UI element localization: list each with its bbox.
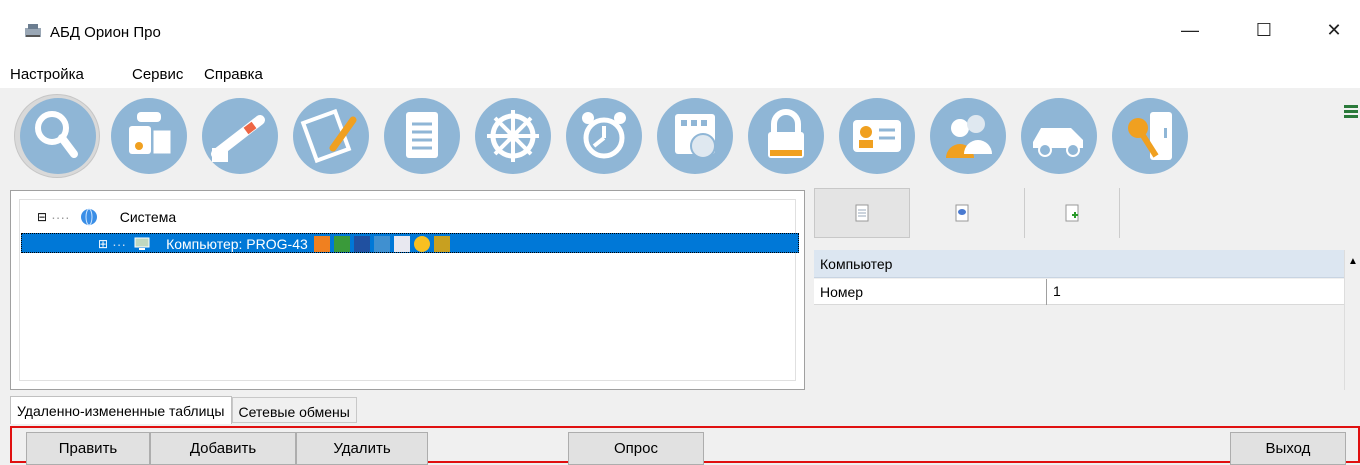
bottom-tabs: Удаленно-измененные таблицы Сетевые обме…	[10, 396, 357, 424]
menu-settings[interactable]: Настройка	[10, 66, 84, 83]
property-value[interactable]: 1	[1046, 279, 1344, 305]
menu-help[interactable]: Справка	[204, 66, 263, 83]
tree-label-system: Система	[119, 209, 177, 225]
window-title: АБД Орион Про	[50, 24, 161, 41]
app-window: АБД Орион Про — ☐ ✕ Настройка Сервис Спр…	[0, 0, 1360, 465]
tree-node-computer[interactable]: ⊞ ··· Компьютер: PROG-43	[21, 233, 799, 253]
tab-network-exchanges[interactable]: Сетевые обмены	[231, 397, 357, 423]
title-bar: АБД Орион Про — ☐ ✕	[0, 0, 1360, 58]
alarm-clock-icon[interactable]	[566, 98, 642, 174]
blue-status-icon	[373, 236, 390, 252]
page-comment-icon	[955, 204, 969, 222]
scroll-up-icon[interactable]: ▲	[1348, 256, 1358, 267]
object-tree[interactable]: ⊟ ···· Система ⊞ ··· Компьютер: PROG-43	[10, 190, 805, 390]
menu-service[interactable]: Сервис	[132, 66, 183, 83]
tab-remote-changed-tables[interactable]: Удаленно-измененные таблицы	[10, 396, 232, 424]
green-status-icon	[333, 236, 350, 252]
document-icon[interactable]	[384, 98, 460, 174]
property-row-number[interactable]: Номер 1	[814, 279, 1344, 305]
search-icon[interactable]	[20, 98, 96, 174]
maximize-button[interactable]: ☐	[1244, 16, 1284, 44]
device-icon[interactable]	[111, 98, 187, 174]
expand-icon[interactable]: ⊞	[98, 237, 108, 251]
action-button-bar: Править Добавить Удалить Опрос Выход	[10, 426, 1360, 465]
monitor-status-icon	[353, 236, 370, 252]
schedule-icon[interactable]	[657, 98, 733, 174]
wheel-icon[interactable]	[475, 98, 551, 174]
tree-line: ···	[112, 236, 127, 252]
status-icons	[313, 236, 450, 252]
grid-view-icon[interactable]	[1344, 104, 1358, 120]
car-icon[interactable]	[1021, 98, 1097, 174]
vertical-scrollbar[interactable]: ▲	[1344, 250, 1360, 390]
clock-status-icon	[393, 236, 410, 252]
close-button[interactable]: ✕	[1314, 16, 1354, 44]
app-icon	[25, 24, 41, 37]
properties-header-label: Компьютер	[820, 255, 893, 272]
properties-panel: Компьютер Номер 1 ▲	[810, 184, 1360, 394]
plan-edit-icon[interactable]	[293, 98, 369, 174]
globe-icon	[80, 208, 97, 226]
add-page-button[interactable]	[1024, 188, 1120, 238]
add-button[interactable]: Добавить	[150, 432, 296, 465]
page-add-icon	[1065, 204, 1079, 222]
delete-button[interactable]: Удалить	[296, 432, 428, 465]
property-key: Номер	[820, 284, 864, 300]
tree-line: ····	[51, 209, 70, 225]
lock-icon[interactable]	[748, 98, 824, 174]
page-icon	[855, 204, 869, 222]
properties-header: Компьютер	[814, 250, 1344, 278]
edit-button[interactable]: Править	[26, 432, 150, 465]
comment-tab-button[interactable]	[914, 188, 1010, 238]
key-icon[interactable]	[1112, 98, 1188, 174]
computer-icon	[134, 237, 150, 250]
minimize-button[interactable]: —	[1170, 16, 1210, 44]
menu-bar: Настройка Сервис Справка	[0, 58, 1360, 88]
tree-label-computer: Компьютер: PROG-43	[166, 236, 308, 252]
people-icon[interactable]	[930, 98, 1006, 174]
collapse-icon[interactable]: ⊟	[37, 210, 47, 224]
sun-status-icon	[413, 236, 430, 252]
coins-status-icon	[433, 236, 450, 252]
tree-node-system[interactable]: ⊟ ···· Система	[37, 207, 176, 227]
poll-button[interactable]: Опрос	[568, 432, 704, 465]
id-card-icon[interactable]	[839, 98, 915, 174]
arrow-status-icon	[313, 236, 330, 252]
properties-tab-button[interactable]	[814, 188, 910, 238]
exit-button[interactable]: Выход	[1230, 432, 1346, 465]
main-toolbar	[0, 88, 1360, 184]
barrier-icon[interactable]	[202, 98, 278, 174]
